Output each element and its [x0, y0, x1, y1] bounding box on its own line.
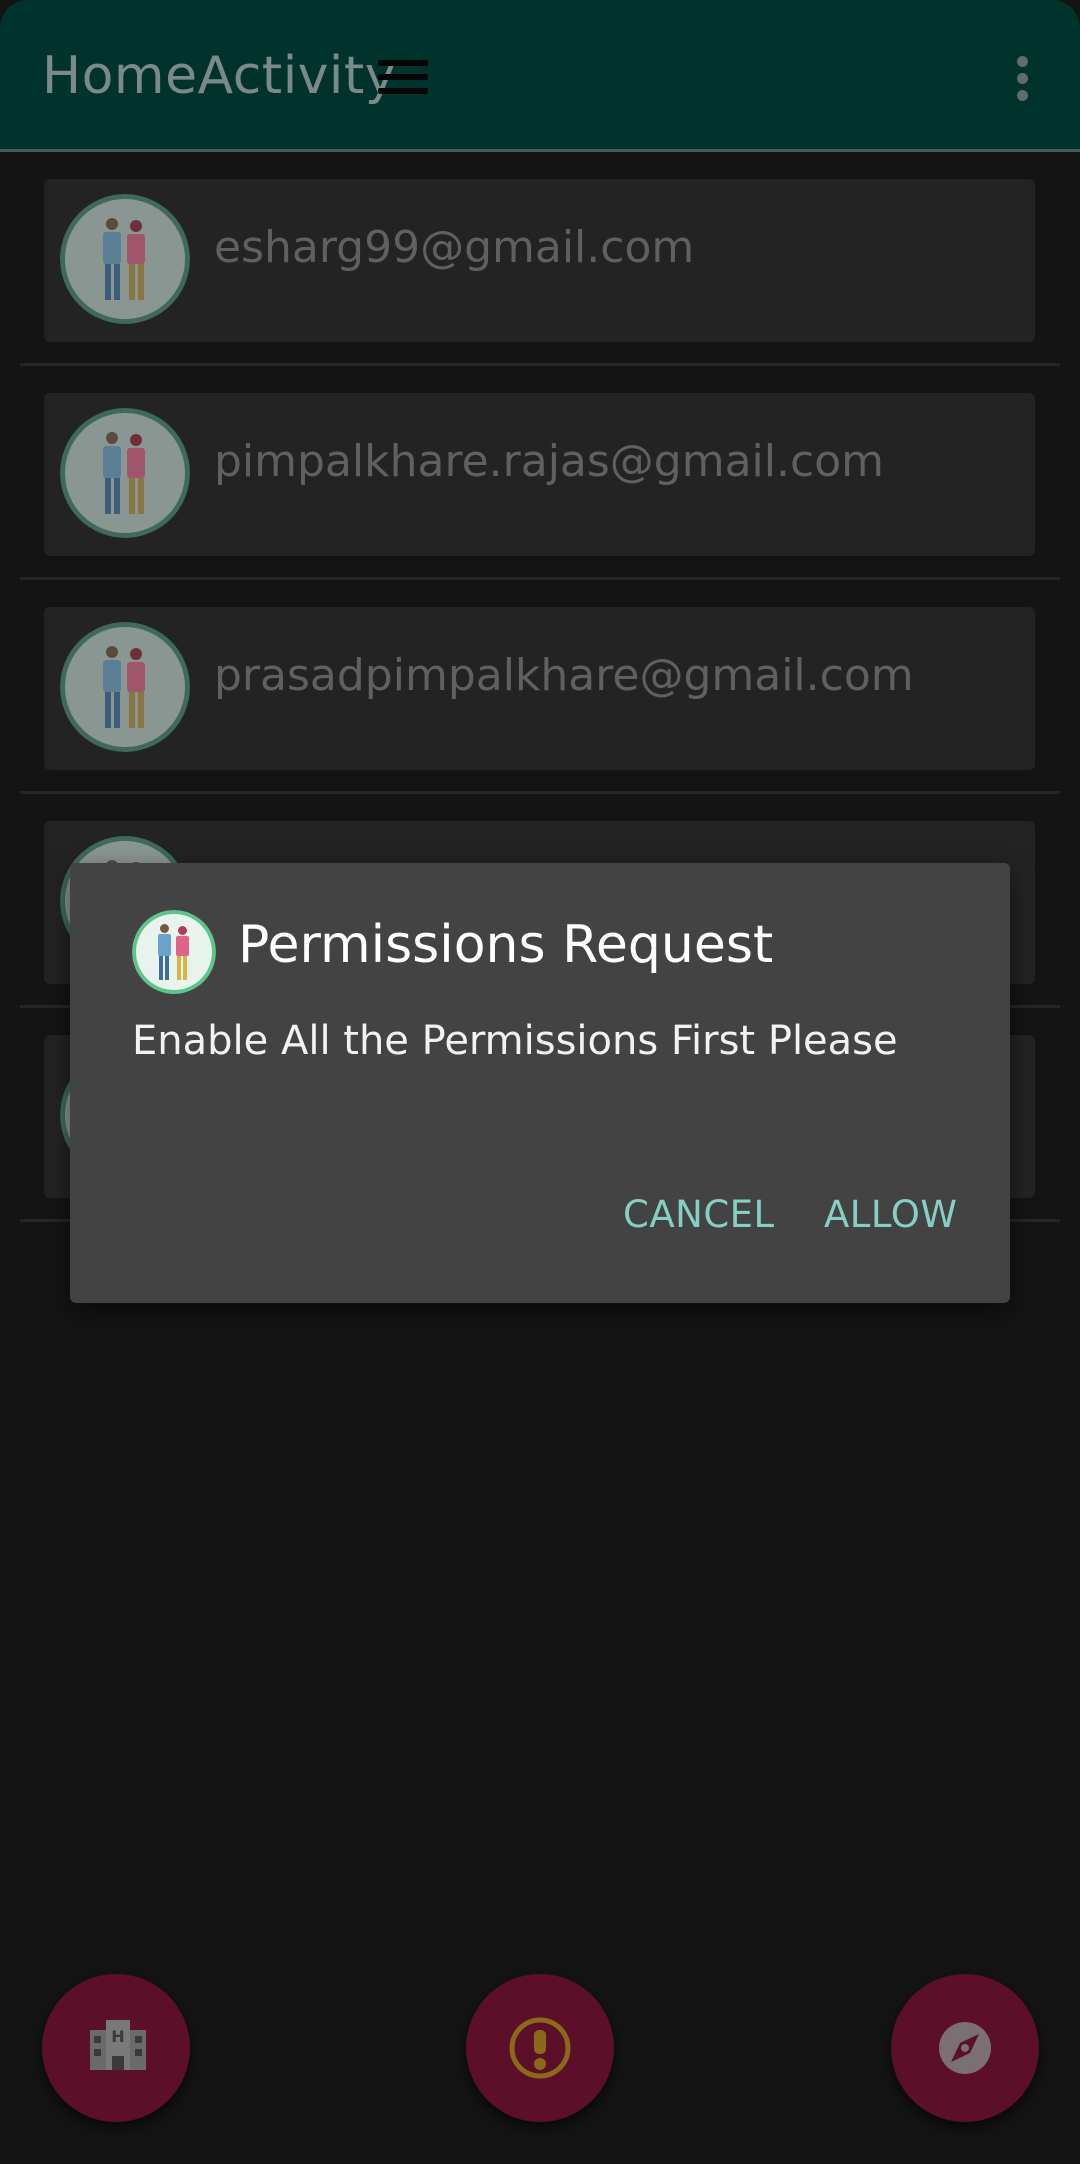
alert-exclamation-icon — [509, 2017, 571, 2079]
home-screen: HomeActivity esharg99@gmail.com pimpalkh… — [0, 0, 1080, 2164]
alert-button[interactable] — [466, 1974, 614, 2122]
list-item[interactable]: prasadpimpalkhare@gmail.com — [0, 580, 1080, 794]
hotel-building-icon: H — [90, 2020, 146, 2070]
account-email: pimpalkhare.rajas@gmail.com — [214, 436, 884, 487]
app-logo-icon — [132, 910, 216, 994]
hamburger-menu-icon[interactable] — [378, 60, 428, 96]
cancel-button[interactable]: CANCEL — [623, 1193, 775, 1236]
allow-button[interactable]: ALLOW — [824, 1193, 957, 1236]
list-item[interactable]: esharg99@gmail.com — [0, 152, 1080, 366]
hotel-button[interactable]: H — [42, 1974, 190, 2122]
more-vert-icon[interactable] — [1012, 56, 1034, 102]
avatar — [60, 194, 190, 324]
avatar — [60, 408, 190, 538]
app-bar: HomeActivity — [0, 0, 1080, 152]
explore-button[interactable] — [891, 1974, 1039, 2122]
avatar — [60, 622, 190, 752]
dialog-title: Permissions Request — [238, 915, 774, 975]
account-email: prasadpimpalkhare@gmail.com — [214, 650, 914, 701]
svg-text:H: H — [111, 2027, 124, 2046]
permissions-dialog: Permissions Request Enable All the Permi… — [70, 863, 1010, 1303]
dialog-message: Enable All the Permissions First Please — [132, 1018, 898, 1064]
compass-icon — [939, 2022, 991, 2074]
account-email: esharg99@gmail.com — [214, 222, 695, 273]
app-title: HomeActivity — [42, 46, 397, 106]
list-item[interactable]: pimpalkhare.rajas@gmail.com — [0, 366, 1080, 580]
